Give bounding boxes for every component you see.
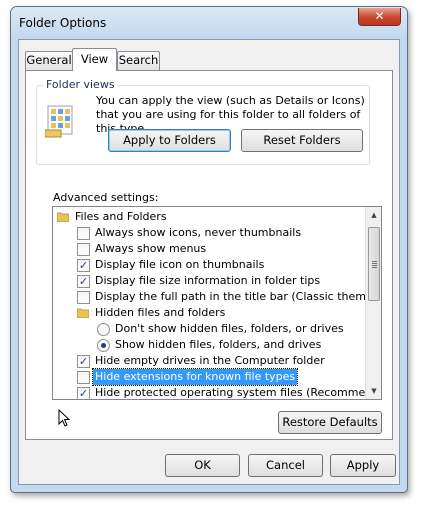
advanced-settings-label: Advanced settings: bbox=[53, 191, 159, 204]
checkbox-display-file-size[interactable]: ✓ bbox=[77, 275, 90, 288]
list-item-label: Hide empty drives in the Computer folder bbox=[95, 354, 325, 367]
vertical-scrollbar[interactable]: ▲ ▼ bbox=[365, 207, 381, 399]
list-item-label: Hidden files and folders bbox=[95, 306, 226, 319]
folder-view-icon bbox=[45, 105, 73, 138]
scroll-up-arrow-icon[interactable]: ▲ bbox=[366, 207, 381, 223]
tab-search[interactable]: Search bbox=[117, 51, 160, 70]
checkbox-hide-protected-files[interactable]: ✓ bbox=[77, 387, 90, 399]
scrollbar-thumb[interactable] bbox=[368, 227, 380, 301]
ok-button[interactable]: OK bbox=[165, 454, 240, 477]
view-tab-panel: Folder views You can apply the view (suc… bbox=[25, 70, 393, 440]
folder-icon bbox=[57, 212, 69, 222]
folder-icon bbox=[77, 308, 89, 318]
close-button[interactable]: ✕ bbox=[358, 8, 401, 26]
radio-dont-show-hidden[interactable] bbox=[97, 323, 110, 336]
folder-views-group: Folder views You can apply the view (suc… bbox=[36, 78, 370, 165]
mouse-cursor-icon bbox=[58, 409, 70, 427]
checkbox-always-show-icons[interactable] bbox=[77, 227, 90, 240]
checkbox-hide-extensions[interactable] bbox=[77, 371, 90, 384]
list-item-label: Always show menus bbox=[95, 242, 207, 255]
checkbox-always-show-menus[interactable] bbox=[77, 243, 90, 256]
close-icon: ✕ bbox=[374, 9, 385, 23]
advanced-settings-list[interactable]: Files and Folders Always show icons, nev… bbox=[52, 206, 382, 400]
window-title: Folder Options bbox=[19, 16, 107, 30]
apply-button[interactable]: Apply bbox=[330, 454, 396, 477]
checkbox-hide-empty-drives[interactable]: ✓ bbox=[77, 355, 90, 368]
apply-to-folders-button[interactable]: Apply to Folders bbox=[108, 129, 231, 152]
checkbox-display-file-icon[interactable]: ✓ bbox=[77, 259, 90, 272]
cancel-button[interactable]: Cancel bbox=[248, 454, 323, 477]
reset-folders-button[interactable]: Reset Folders bbox=[241, 129, 363, 152]
scroll-down-arrow-icon[interactable]: ▼ bbox=[366, 383, 381, 399]
folder-options-window: Folder Options ✕ General View Search Fol… bbox=[10, 6, 408, 493]
list-item-label: Hide extensions for known file types bbox=[91, 368, 299, 386]
tab-view[interactable]: View bbox=[72, 48, 117, 71]
list-item-label: Show hidden files, folders, and drives bbox=[115, 338, 322, 351]
restore-defaults-button[interactable]: Restore Defaults bbox=[278, 411, 382, 434]
title-bar[interactable]: Folder Options ✕ bbox=[11, 7, 407, 39]
checkbox-display-full-path[interactable] bbox=[77, 291, 90, 304]
radio-show-hidden[interactable] bbox=[97, 339, 110, 352]
list-item-label: Always show icons, never thumbnails bbox=[95, 226, 302, 239]
list-item-label: Display the full path in the title bar (… bbox=[95, 290, 382, 303]
dialog-client-area: General View Search Folder views You can… bbox=[18, 39, 400, 485]
tab-general[interactable]: General bbox=[25, 51, 73, 70]
folder-views-label: Folder views bbox=[43, 78, 118, 91]
list-item-label: Display file size information in folder … bbox=[95, 274, 321, 287]
list-item-label: Display file icon on thumbnails bbox=[95, 258, 265, 271]
list-item-label: Files and Folders bbox=[75, 210, 167, 223]
list-item-label: Don't show hidden files, folders, or dri… bbox=[115, 322, 344, 335]
list-item-label: Hide protected operating system files (R… bbox=[95, 386, 382, 399]
